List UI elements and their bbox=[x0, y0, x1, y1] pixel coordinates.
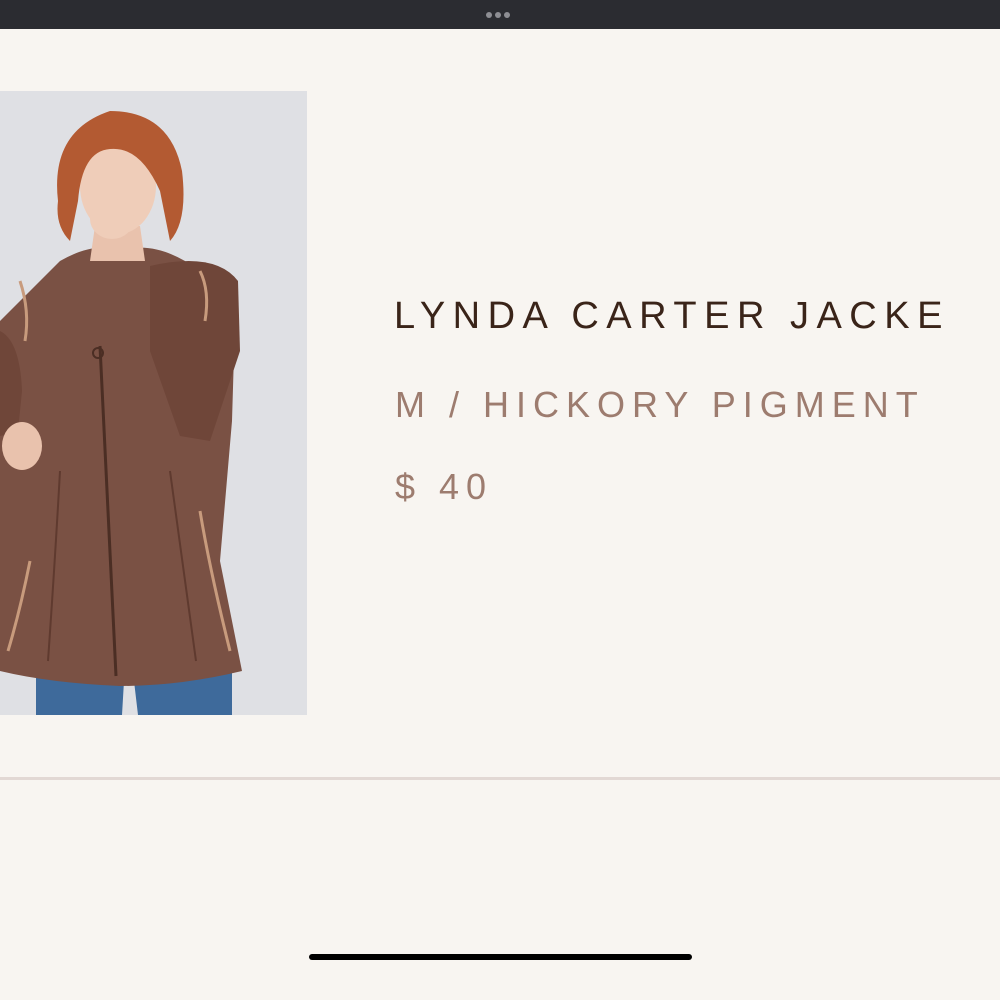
home-indicator[interactable] bbox=[309, 954, 692, 960]
product-variant: M / HICKORY PIGMENT bbox=[395, 384, 925, 425]
product-photo-illustration bbox=[0, 91, 307, 715]
ellipsis-icon[interactable] bbox=[486, 12, 510, 18]
dot bbox=[504, 12, 510, 18]
product-page: LYNDA CARTER JACKE M / HICKORY PIGMENT $… bbox=[0, 29, 1000, 1000]
product-photo[interactable] bbox=[0, 91, 307, 715]
product-price: $ 40 bbox=[395, 466, 494, 507]
divider bbox=[0, 777, 1000, 780]
top-status-bar bbox=[0, 0, 1000, 29]
product-title: LYNDA CARTER JACKE bbox=[394, 295, 950, 337]
dot bbox=[486, 12, 492, 18]
dot bbox=[495, 12, 501, 18]
